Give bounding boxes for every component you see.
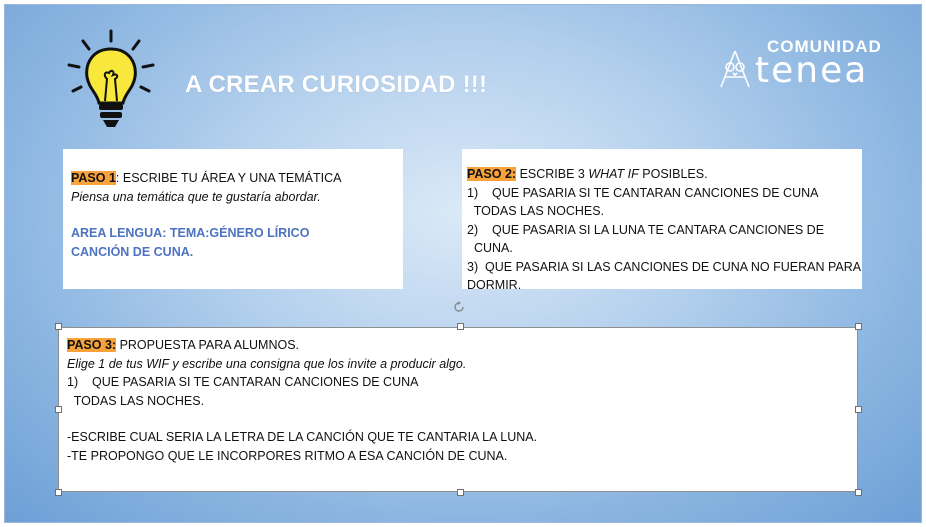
paso3-item-line1: 1) QUE PASARIA SI TE CANTARAN CANCIONES … [67,375,419,389]
logo-bottom-text: tenea [755,50,869,91]
paso1-label: PASO 1 [71,171,116,185]
slide-title: A CREAR CURIOSIDAD !!! [185,71,488,98]
paso2-label: PASO 2: [467,167,517,181]
paso2-heading-text: ESCRIBE 3 [516,167,589,181]
paso3-label: PASO 3: [67,338,117,352]
paso3-task2: -TE PROPONGO QUE LE INCORPORES RITMO A E… [67,448,508,463]
paso3-task1: -ESCRIBE CUAL SERIA LA LETRA DE LA CANCI… [67,430,538,444]
paso3-hint: Elige 1 de tus WIF y escribe una consign… [67,356,467,371]
resize-handle-top-center[interactable] [457,323,464,330]
resize-handle-top-right[interactable] [855,323,862,330]
paso1-area-line2: CANCIÓN DE CUNA. [71,244,194,259]
paso1-box[interactable]: PASO 1: ESCRIBE TU ÁREA Y UNA TEMÁTICA P… [63,149,403,289]
paso3-item-line2: TODAS LAS NOCHES. [67,393,205,408]
paso1-hint: Piensa una temática que te gustaría abor… [71,189,321,204]
resize-handle-bottom-right[interactable] [855,489,862,496]
comunidad-atenea-logo: COMUNIDAD tenea [715,35,910,95]
lightbulb-icon [63,27,159,137]
paso2-item: TODAS LAS NOCHES. [467,204,605,218]
resize-handle-bottom-left[interactable] [55,489,62,496]
paso1-heading: PASO 1: ESCRIBE TU ÁREA Y UNA TEMÁTICA [71,169,395,188]
paso2-item: CUNA. [467,241,513,255]
resize-handle-middle-right[interactable] [855,406,862,413]
paso2-heading-end: POSIBLES. [638,167,708,181]
paso2-item: 3) QUE PASARIA SI LAS CANCIONES DE CUNA … [467,259,862,274]
paso2-heading: PASO 2: ESCRIBE 3 WHAT IF POSIBLES. [467,165,856,184]
paso3-heading: PASO 3: PROPUESTA PARA ALUMNOS. [67,336,849,355]
owl-icon [717,47,753,89]
paso2-item: DORMIR. [467,278,522,292]
resize-handle-middle-left[interactable] [55,406,62,413]
resize-handle-bottom-center[interactable] [457,489,464,496]
paso2-item: 2) QUE PASARIA SI LA LUNA TE CANTARA CAN… [467,222,825,237]
paso2-heading-italic: WHAT IF [588,167,639,181]
paso2-box[interactable]: PASO 2: ESCRIBE 3 WHAT IF POSIBLES. 1) Q… [462,149,862,292]
paso3-box[interactable]: PASO 3: PROPUESTA PARA ALUMNOS. Elige 1 … [58,327,858,492]
paso1-area-line1: AREA LENGUA: TEMA:GÉNERO LÍRICO [71,226,310,240]
resize-handle-top-left[interactable] [55,323,62,330]
paso1-heading-text: : ESCRIBE TU ÁREA Y UNA TEMÁTICA [115,171,342,185]
rotate-handle-icon[interactable] [452,300,466,314]
paso2-item: 1) QUE PASARIA SI TE CANTARAN CANCIONES … [467,185,819,200]
paso3-heading-text: PROPUESTA PARA ALUMNOS. [116,338,300,352]
